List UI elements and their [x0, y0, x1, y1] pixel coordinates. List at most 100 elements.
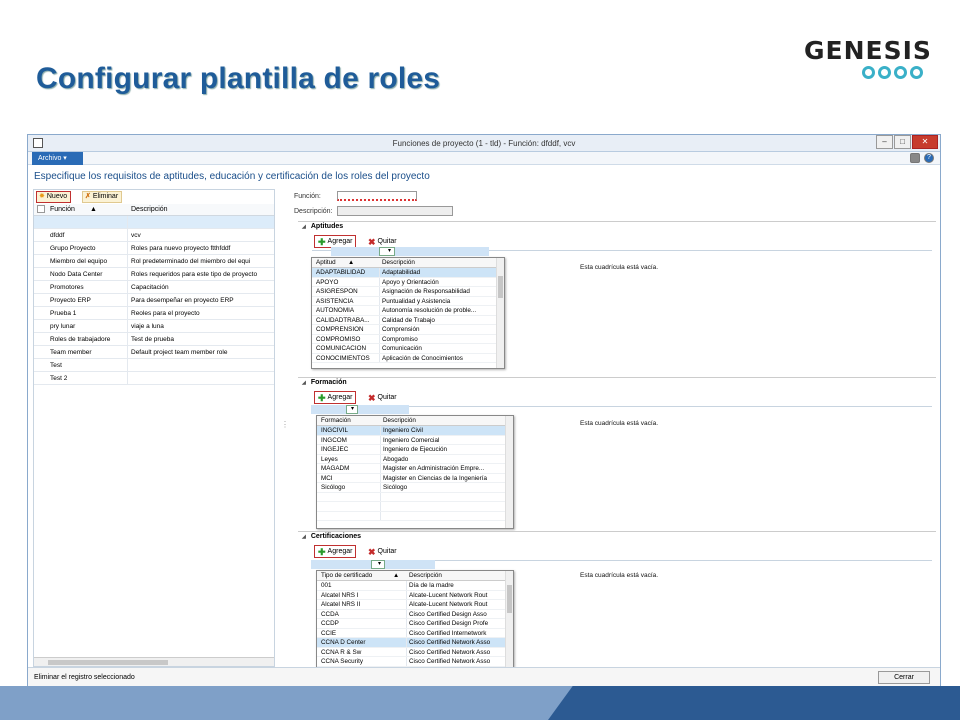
- list-item[interactable]: CCNA R & Sw Cisco Certified Network Asso: [317, 647, 513, 657]
- funcion-field[interactable]: [337, 191, 417, 201]
- list-item[interactable]: AUTONOMIA Autonomía resolución de proble.…: [312, 306, 504, 316]
- list-item[interactable]: COMPRENSION Comprensión: [312, 325, 504, 335]
- table-row[interactable]: [34, 216, 274, 229]
- list-item[interactable]: Alcatel NRS I Alcate-Lucent Network Rout: [317, 590, 513, 600]
- aptitudes-dd-vscroll[interactable]: [496, 258, 504, 368]
- dd-col-descripcion[interactable]: Descripción: [382, 259, 415, 266]
- list-item[interactable]: ASISTENCIA Puntualidad y Asistencia: [312, 296, 504, 306]
- table-row[interactable]: pry lunar viaje a luna: [34, 320, 274, 333]
- formacion-agregar-button[interactable]: ✚ Agregar: [314, 391, 357, 404]
- minimize-button[interactable]: –: [876, 135, 893, 149]
- delete-x-icon: ✗: [85, 193, 91, 200]
- eliminar-button[interactable]: ✗ Eliminar: [82, 191, 123, 203]
- dd-col-tipo-certificado[interactable]: Tipo de certificado: [321, 572, 372, 579]
- status-bar: Eliminar el registro seleccionado Cerrar: [28, 667, 940, 686]
- table-row[interactable]: Test: [34, 359, 274, 372]
- list-item[interactable]: CONOCIMIENTOS Aplicación de Conocimientos: [312, 353, 504, 363]
- col-funcion[interactable]: Función: [50, 206, 75, 213]
- list-item[interactable]: [317, 502, 513, 512]
- certificaciones-title: Certificaciones: [302, 533, 361, 540]
- certificaciones-combo[interactable]: ▾: [371, 560, 385, 569]
- formacion-combo[interactable]: ▾: [346, 405, 358, 414]
- list-item[interactable]: CCDA Cisco Certified Design Asso: [317, 609, 513, 619]
- nuevo-button[interactable]: ✸ Nuevo: [36, 191, 72, 203]
- item-description: Aplicación de Conocimientos: [382, 354, 463, 362]
- list-item[interactable]: CCDP Cisco Certified Design Profe: [317, 619, 513, 629]
- item-description: Adaptabilidad: [382, 269, 421, 276]
- app-window: Funciones de proyecto (1 - tld) - Funció…: [27, 134, 941, 686]
- row-descripcion: Roles para nuevo proyecto ftthfddf: [131, 245, 231, 252]
- item-description: Compromiso: [382, 335, 418, 343]
- formacion-dropdown[interactable]: Formación Descripción INGCIVIL Ingeniero C…: [316, 415, 514, 529]
- table-row[interactable]: Nodo Data Center Roles requeridos para es…: [34, 268, 274, 281]
- item-code: CCIE: [321, 629, 337, 637]
- archivo-menu[interactable]: Archivo ▾: [32, 152, 83, 165]
- slide-title: Configurar plantilla de roles: [36, 62, 441, 95]
- list-item[interactable]: Leyes Abogado: [317, 454, 513, 464]
- list-item[interactable]: CALIDADTRABA... Calidad de Trabajo: [312, 315, 504, 325]
- dd-col-descripcion[interactable]: Descripción: [409, 572, 442, 579]
- list-item[interactable]: [317, 492, 513, 502]
- list-item[interactable]: APOYO Apoyo y Orientación: [312, 277, 504, 287]
- item-code: INGCIVIL: [321, 427, 348, 434]
- table-row[interactable]: Miembro del equipo Rol predeterminado del…: [34, 255, 274, 268]
- list-item[interactable]: ASIGRESPON Asignación de Responsabilidad: [312, 287, 504, 297]
- chevron-down-icon: ▾: [377, 561, 381, 567]
- splitter-grip[interactable]: ⋮: [281, 420, 289, 429]
- genesis-logo: GENESIS: [804, 36, 931, 79]
- close-button[interactable]: ✕: [912, 135, 938, 149]
- help-icon[interactable]: ?: [924, 153, 934, 163]
- formacion-dd-vscroll[interactable]: [505, 416, 513, 528]
- formacion-quitar-button[interactable]: ✖ Quitar: [368, 391, 397, 404]
- table-row[interactable]: Team member Default project team member r…: [34, 346, 274, 359]
- nuevo-label: Nuevo: [46, 193, 68, 200]
- remove-x-icon: ✖: [368, 392, 376, 403]
- roles-hscroll[interactable]: [34, 657, 274, 666]
- quitar-label: Quitar: [377, 547, 397, 555]
- list-item[interactable]: [317, 511, 513, 521]
- list-item[interactable]: INGCIVIL Ingeniero Civil: [317, 426, 513, 436]
- list-item[interactable]: Alcatel NRS II Alcate-Lucent Network Rout: [317, 600, 513, 610]
- row-descripcion: Rol predeterminado del miembro del equi: [131, 258, 251, 265]
- list-item[interactable]: COMPROMISO Compromiso: [312, 334, 504, 344]
- certificaciones-quitar-button[interactable]: ✖ Quitar: [368, 545, 397, 558]
- table-row[interactable]: Promotores Capacitación: [34, 281, 274, 294]
- item-code: MCI: [321, 474, 333, 482]
- item-code: CCNA R & Sw: [321, 648, 362, 656]
- dd-col-formacion[interactable]: Formación: [321, 417, 351, 424]
- table-row[interactable]: Prueba 1 Reoles para el proyecto: [34, 307, 274, 320]
- list-item[interactable]: INGEJEC Ingeniero de Ejecución: [317, 445, 513, 455]
- add-plus-icon: ✚: [318, 236, 326, 247]
- certificaciones-agregar-button[interactable]: ✚ Agregar: [314, 545, 357, 558]
- list-item[interactable]: CCIE Cisco Certified Internetwork: [317, 628, 513, 638]
- list-item[interactable]: MAGADM Magister en Administración Empre..…: [317, 464, 513, 474]
- table-row[interactable]: Proyecto ERP Para desempeñar en proyecto …: [34, 294, 274, 307]
- item-description: Sicólogo: [383, 484, 408, 491]
- list-item[interactable]: 001 Día de la madre: [317, 581, 513, 591]
- item-code: INGCOM: [321, 436, 347, 444]
- page-heading: Especifique los requisitos de aptitudes,…: [34, 171, 430, 182]
- table-row[interactable]: dfddf vcv: [34, 229, 274, 242]
- list-item[interactable]: MCI Magister en Ciencias de la Ingeniería: [317, 473, 513, 483]
- table-row[interactable]: Test 2: [34, 372, 274, 385]
- aptitudes-dropdown[interactable]: Aptitud ▲ Descripción ADAPTABILIDAD Adaptab…: [311, 257, 505, 369]
- select-all-checkbox[interactable]: [37, 205, 45, 213]
- aptitudes-combo[interactable]: ▾: [379, 247, 395, 256]
- cerrar-button[interactable]: Cerrar: [878, 671, 930, 684]
- layout-icon[interactable]: [910, 153, 920, 163]
- descripcion-field[interactable]: [337, 206, 453, 216]
- list-item[interactable]: INGCOM Ingeniero Comercial: [317, 435, 513, 445]
- row-descripcion: Test de prueba: [131, 336, 175, 343]
- list-item[interactable]: ADAPTABILIDAD Adaptabilidad: [312, 268, 504, 278]
- table-row[interactable]: Roles de trabajadore Test de prueba: [34, 333, 274, 346]
- dd-col-descripcion[interactable]: Descripción: [383, 417, 416, 424]
- list-item[interactable]: Sicólogo Sicólogo: [317, 483, 513, 493]
- maximize-button[interactable]: □: [894, 135, 911, 149]
- eliminar-label: Eliminar: [92, 193, 119, 200]
- list-item[interactable]: CCNA Security Cisco Certified Network Ass…: [317, 657, 513, 667]
- list-item[interactable]: CCNA D Center Cisco Certified Network Ass…: [317, 638, 513, 648]
- dd-col-aptitud[interactable]: Aptitud: [316, 259, 336, 266]
- table-row[interactable]: Grupo Proyecto Roles para nuevo proyecto …: [34, 242, 274, 255]
- col-descripcion[interactable]: Descripción: [131, 206, 168, 213]
- list-item[interactable]: COMUNICACION Comunicación: [312, 344, 504, 354]
